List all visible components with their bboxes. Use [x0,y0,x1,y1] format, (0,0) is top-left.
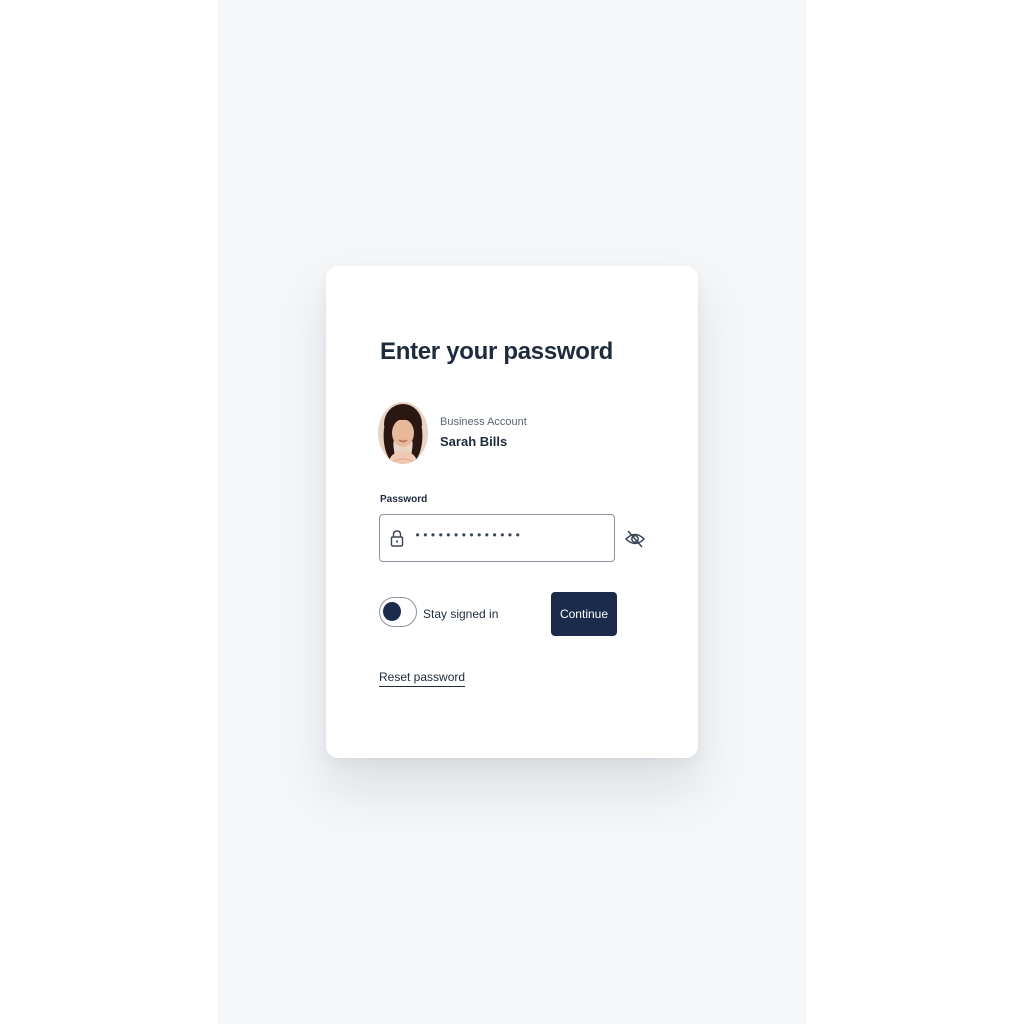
password-label: Password [380,494,428,505]
login-card: Enter your password Business Account Sar… [326,266,698,758]
account-name: Sarah Bills [440,434,508,449]
stay-signed-in-toggle[interactable] [379,597,417,627]
show-password-toggle[interactable] [624,528,646,550]
user-avatar-icon [378,402,428,464]
reset-password-link[interactable]: Reset password [379,670,466,687]
toggle-knob [383,602,401,621]
eye-off-icon [624,530,646,548]
continue-button[interactable]: Continue [551,592,617,636]
password-value: •••••••••••••• [414,529,522,543]
password-input[interactable]: •••••••••••••• [379,514,615,562]
page-title: Enter your password [380,338,614,365]
account-type-label: Business Account [440,416,527,428]
avatar [378,402,428,464]
stay-signed-in-label: Stay signed in [423,607,499,621]
lock-icon [390,529,404,547]
